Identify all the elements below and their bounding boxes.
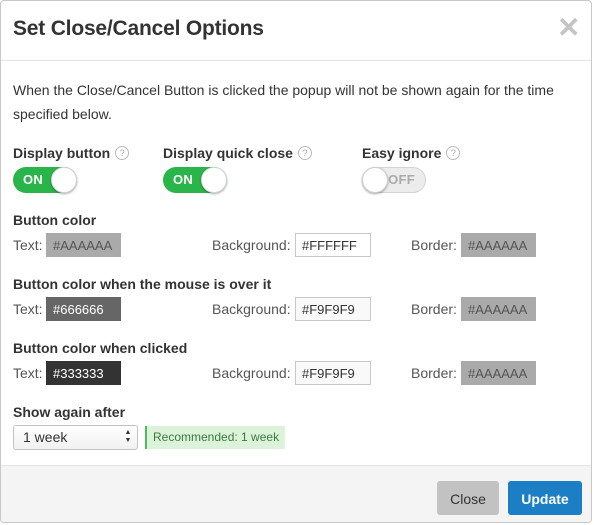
help-icon[interactable]: ? <box>446 146 461 160</box>
show-again-heading: Show again after <box>13 404 126 420</box>
background-color-input[interactable] <box>295 297 371 321</box>
dialog-footer: Close Update <box>1 465 591 522</box>
dialog-title: Set Close/Cancel Options <box>13 17 264 40</box>
border-color-input[interactable] <box>461 361 536 385</box>
background-color-label: Background: <box>212 301 291 317</box>
help-icon[interactable]: ? <box>297 146 312 160</box>
toggle-knob <box>201 167 227 193</box>
close-button[interactable]: Close <box>437 481 499 515</box>
close-icon[interactable]: ✕ <box>557 14 580 42</box>
select-arrows-icon: ▲ ▼ <box>124 429 132 444</box>
easy-ignore-group: Easy ignore ? OFF <box>362 145 461 193</box>
display-quick-close-label: Display quick close ? <box>163 145 312 161</box>
update-button[interactable]: Update <box>508 481 582 515</box>
recommendation-badge: Recommended: 1 week <box>145 426 286 449</box>
background-color-input[interactable] <box>295 233 371 257</box>
clicked-color-row: Text: Background: Border: <box>13 361 583 385</box>
text-color-input[interactable] <box>46 233 121 257</box>
text-color-input[interactable] <box>46 361 121 385</box>
text-color-input[interactable] <box>46 297 121 321</box>
background-color-label: Background: <box>212 237 291 253</box>
toggle-state: ON <box>23 172 44 187</box>
clicked-color-heading: Button color when clicked <box>13 340 188 356</box>
text-color-label: Text: <box>13 365 43 381</box>
toggle-knob <box>362 167 388 193</box>
border-color-label: Border: <box>411 365 457 381</box>
hover-color-heading: Button color when the mouse is over it <box>13 276 272 292</box>
display-button-toggle[interactable]: ON <box>13 167 77 193</box>
dialog-header: Set Close/Cancel Options ✕ <box>1 1 591 61</box>
button-color-heading: Button color <box>13 212 97 228</box>
hover-color-row: Text: Background: Border: <box>13 297 583 321</box>
help-icon[interactable]: ? <box>115 146 130 160</box>
set-close-cancel-options-dialog: Set Close/Cancel Options ✕ When the Clos… <box>0 0 592 523</box>
easy-ignore-label: Easy ignore ? <box>362 145 461 161</box>
toggle-state: ON <box>173 172 194 187</box>
toggle-knob <box>51 167 77 193</box>
intro-text: When the Close/Cancel Button is clicked … <box>13 82 554 122</box>
display-quick-close-toggle[interactable]: ON <box>163 167 227 193</box>
text-color-label: Text: <box>13 237 43 253</box>
toggle-state: OFF <box>388 172 415 187</box>
background-color-input[interactable] <box>295 361 371 385</box>
display-quick-close-group: Display quick close ? ON <box>163 145 312 193</box>
display-button-group: Display button ? ON <box>13 145 130 193</box>
border-color-label: Border: <box>411 237 457 253</box>
border-color-input[interactable] <box>461 297 536 321</box>
background-color-label: Background: <box>212 365 291 381</box>
border-color-label: Border: <box>411 301 457 317</box>
text-color-label: Text: <box>13 301 43 317</box>
display-button-label: Display button ? <box>13 145 130 161</box>
select-value: 1 week <box>23 429 68 445</box>
show-again-select[interactable]: 1 week ▲ ▼ <box>13 425 138 450</box>
button-color-row: Text: Background: Border: <box>13 233 583 257</box>
border-color-input[interactable] <box>461 233 536 257</box>
easy-ignore-toggle[interactable]: OFF <box>362 167 426 193</box>
